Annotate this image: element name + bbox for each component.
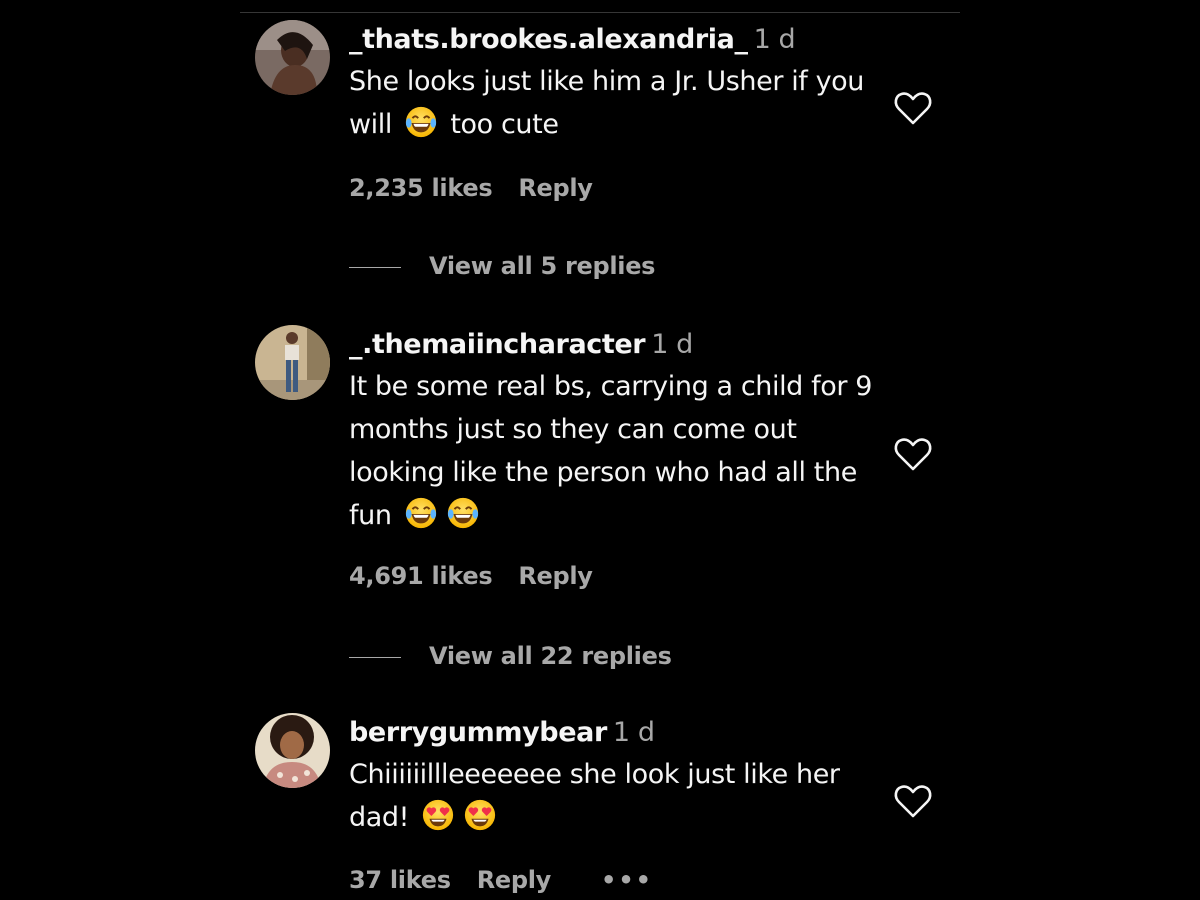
avatar[interactable]	[255, 713, 330, 788]
avatar[interactable]	[255, 325, 330, 400]
like-count[interactable]: 2,235 likes	[349, 174, 493, 202]
reply-button[interactable]: Reply	[518, 174, 593, 202]
heart-outline-icon[interactable]	[893, 436, 933, 472]
view-replies-button[interactable]: View all 22 replies	[349, 639, 672, 673]
comment-header: _thats.brookes.alexandria_ 1 d	[349, 20, 879, 60]
view-replies-label: View all 5 replies	[429, 252, 656, 280]
timestamp: 1 d	[651, 329, 693, 360]
laughing-tears-emoji	[404, 105, 438, 139]
top-divider	[240, 12, 960, 13]
comment-text: It be some real bs, carrying a child for…	[349, 365, 879, 537]
like-count[interactable]: 4,691 likes	[349, 562, 493, 590]
heart-eyes-emoji	[421, 798, 455, 832]
timestamp: 1 d	[753, 24, 796, 55]
replies-line	[349, 656, 401, 658]
comment-header: berrygummybear 1 d	[349, 713, 879, 753]
view-replies-label: View all 22 replies	[429, 642, 672, 670]
timestamp: 1 d	[612, 717, 655, 748]
avatar[interactable]	[255, 20, 330, 95]
laughing-tears-emoji	[404, 496, 438, 530]
username[interactable]: _.themaiincharacter	[349, 329, 646, 360]
reply-button[interactable]: Reply	[477, 866, 552, 894]
laughing-tears-emoji	[446, 496, 480, 530]
comment-meta: 4,691 likes Reply	[349, 559, 593, 593]
comment-text: She looks just like him a Jr. Usher if y…	[349, 60, 879, 146]
heart-eyes-emoji	[463, 798, 497, 832]
comment-text: Chiiiiiillleeeeeee she look just like he…	[349, 753, 879, 839]
reply-button[interactable]: Reply	[518, 562, 593, 590]
comment-meta: 37 likes Reply •••	[349, 863, 653, 897]
heart-outline-icon[interactable]	[893, 90, 933, 126]
more-options-icon[interactable]: •••	[601, 866, 653, 894]
username[interactable]: _thats.brookes.alexandria_	[349, 24, 748, 55]
view-replies-button[interactable]: View all 5 replies	[349, 249, 655, 283]
comment-text-part: too cute	[450, 109, 559, 140]
like-count[interactable]: 37 likes	[349, 866, 451, 894]
comment-header: _.themaiincharacter 1 d	[349, 325, 879, 365]
heart-outline-icon[interactable]	[893, 783, 933, 819]
comment-meta: 2,235 likes Reply	[349, 171, 593, 205]
username[interactable]: berrygummybear	[349, 717, 607, 748]
replies-line	[349, 266, 401, 268]
